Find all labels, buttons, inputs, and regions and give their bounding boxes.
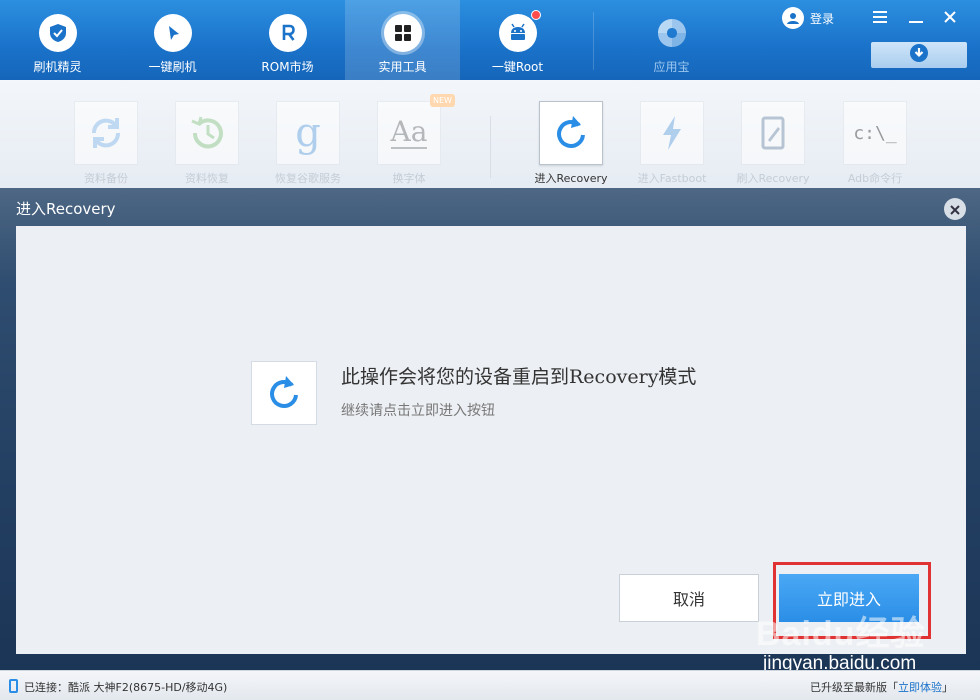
tool-label: 刷入Recovery [736,172,810,185]
login-button[interactable]: 登录 [782,7,834,29]
tool-label: 恢复谷歌服务 [275,172,341,185]
new-badge: NEW [430,94,455,107]
connected-prefix: 已连接： [24,681,68,694]
tool-divider [490,116,491,178]
top-navigation: 刷机精灵 一键刷机 ROM市场 实用工具 一键Root 应用宝 登录 [0,0,980,80]
tool-restore-google-services[interactable]: g 恢复谷歌服务 [275,101,341,186]
terminal-icon: c:\_ [843,101,907,165]
dialog-message: 此操作会将您的设备重启到Recovery模式 [341,366,697,388]
shield-icon [38,14,77,52]
baidu-jingyan-watermark: Baidu经验 [756,615,926,653]
nav-item-one-click-root[interactable]: 一键Root [460,0,575,80]
tool-enter-fastboot[interactable]: 进入Fastboot [637,101,707,186]
tool-strip: 资料备份 资料恢复 g 恢复谷歌服务 Aa 换字体 NEW 进入Recovery… [0,80,980,188]
nav-item-utility-tools[interactable]: 实用工具 [345,0,460,80]
close-icon [950,200,960,219]
tablet-edit-icon [741,101,805,165]
google-icon: g [276,101,340,165]
history-icon [175,101,239,165]
nav-item-label: 一键刷机 [148,60,197,74]
yingyongbao-logo-icon [653,14,691,52]
status-bar: 已连接：酷派 大神F2(8675-HD/移动4G) 已升级至最新版「立即体验」 [0,670,980,700]
nav-item-label: 刷机精灵 [33,60,82,74]
tool-change-font[interactable]: Aa 换字体 [377,101,441,186]
tool-label: 进入Recovery [534,172,608,185]
nav-item-shuaji-jingling[interactable]: 刷机精灵 [0,0,115,80]
update-text: 已升级至最新版「 [810,681,898,694]
dialog-close-button[interactable] [944,198,966,220]
nav-item-rom-market[interactable]: ROM市场 [230,0,345,80]
tool-label: 换字体 [392,172,426,185]
user-avatar-icon [782,7,804,29]
menu-icon[interactable] [869,6,891,28]
dialog-title: 进入Recovery [16,200,116,218]
android-icon [498,14,537,52]
lightning-icon [640,101,704,165]
minimize-icon[interactable] [905,6,927,28]
notification-badge [531,10,541,20]
nav-item-label: 实用工具 [378,60,427,74]
tool-enter-recovery[interactable]: 进入Recovery [535,101,608,186]
close-window-icon[interactable] [939,6,961,28]
try-now-link[interactable]: 立即体验 [898,681,942,694]
tool-label: 资料备份 [84,172,128,185]
tool-data-backup[interactable]: 资料备份 [74,101,138,186]
update-status: 已升级至最新版「立即体验」 [810,679,953,695]
refresh-icon [251,361,317,425]
device-name: 酷派 大神F2(8675-HD/移动4G) [68,681,228,694]
download-icon [909,43,929,67]
cursor-icon [153,14,192,52]
nav-divider [593,12,594,70]
nav-item-label: 一键Root [491,60,544,74]
tool-adb-command-line[interactable]: c:\_ Adb命令行 [843,101,907,186]
rom-r-icon [268,14,307,52]
nav-item-one-click-flash[interactable]: 一键刷机 [115,0,230,80]
update-suffix: 」 [942,681,953,694]
tool-label: 资料恢复 [185,172,229,185]
font-aa-icon: Aa [377,101,441,165]
phone-icon [9,679,18,693]
refresh-icon [539,101,603,165]
sync-icon [74,101,138,165]
connection-status: 已连接：酷派 大神F2(8675-HD/移动4G) [24,679,227,695]
tool-data-restore[interactable]: 资料恢复 [175,101,239,186]
nav-item-label: ROM市场 [261,60,314,74]
nav-item-label: 应用宝 [653,60,690,74]
tool-label: Adb命令行 [847,172,903,185]
tool-label: 进入Fastboot [637,172,707,185]
dialog-sub-message: 继续请点击立即进入按钮 [341,403,495,419]
tool-flash-recovery[interactable]: 刷入Recovery [737,101,810,186]
nav-item-yingyongbao[interactable]: 应用宝 [614,0,729,80]
grid-icon [383,14,422,52]
cancel-button[interactable]: 取消 [619,574,759,622]
login-label: 登录 [810,11,835,26]
download-manager-button[interactable] [871,42,967,68]
